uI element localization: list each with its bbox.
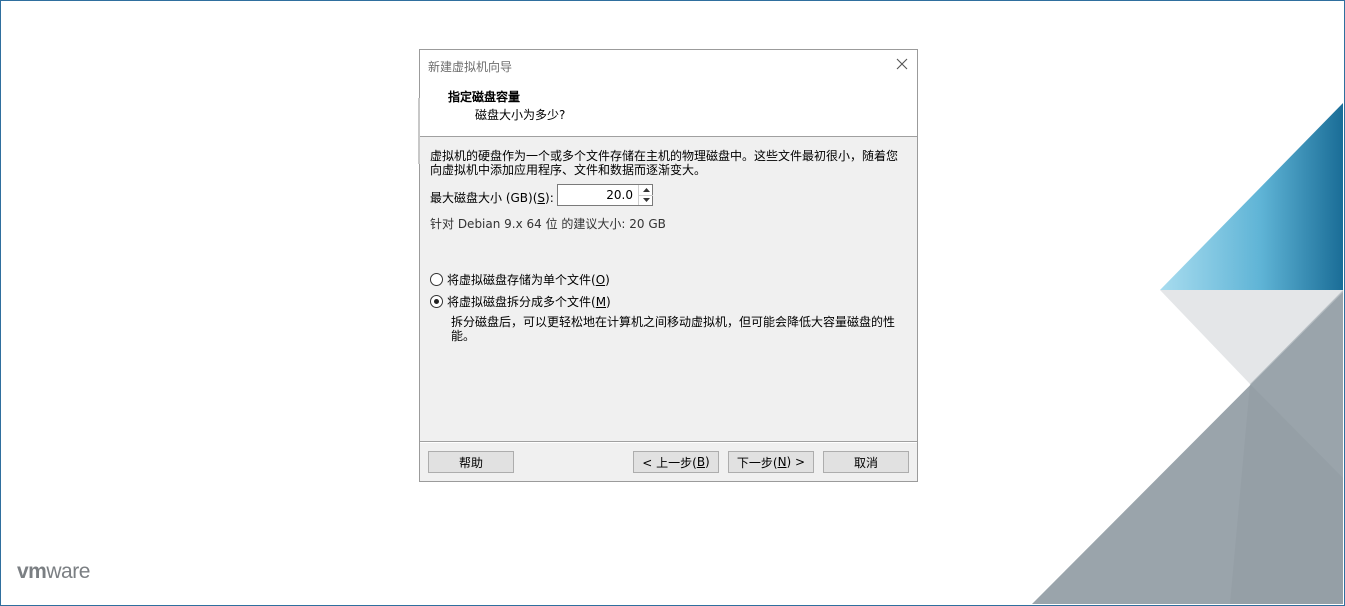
split-files-option[interactable]: 将虚拟磁盘拆分成多个文件(M) [430, 293, 611, 310]
stepper-down-button[interactable] [639, 195, 653, 205]
split-files-label: 将虚拟磁盘拆分成多个文件(M) [447, 295, 611, 309]
single-file-option[interactable]: 将虚拟磁盘存储为单个文件(O) [430, 271, 610, 288]
footer-divider [420, 441, 917, 443]
split-files-note: 拆分磁盘后，可以更轻松地在计算机之间移动虚拟机，但可能会降低大容量磁盘的性能。 [451, 315, 896, 343]
page-heading: 指定磁盘容量 [448, 90, 521, 104]
new-vm-wizard-dialog: 新建虚拟机向导 指定磁盘容量 磁盘大小为多少? 虚拟机的硬盘作为一个或多个文件存… [418, 49, 918, 482]
stepper-buttons [638, 185, 653, 205]
cancel-button[interactable]: 取消 [823, 451, 909, 473]
close-icon [896, 58, 908, 70]
single-file-label: 将虚拟磁盘存储为单个文件(O) [447, 273, 610, 287]
disk-description: 虚拟机的硬盘作为一个或多个文件存储在主机的物理磁盘中。这些文件最初很小，随着您向… [430, 149, 899, 177]
max-disk-size-stepper[interactable] [557, 184, 653, 206]
recommended-size-text: 针对 Debian 9.x 64 位 的建议大小: 20 GB [430, 217, 666, 231]
help-button[interactable]: 帮助 [428, 451, 514, 473]
vmware-logo: vmware [17, 560, 90, 583]
dialog-title: 新建虚拟机向导 [428, 60, 513, 74]
next-button[interactable]: 下一步(N) > [728, 451, 814, 473]
chevron-up-icon [642, 188, 650, 192]
max-disk-size-label: 最大磁盘大小 (GB)(S): [430, 191, 554, 205]
page-subheading: 磁盘大小为多少? [475, 108, 566, 122]
split-files-radio[interactable] [430, 295, 443, 308]
dialog-header: 新建虚拟机向导 指定磁盘容量 磁盘大小为多少? [420, 50, 917, 137]
deco-blue-triangle [1160, 103, 1343, 290]
single-file-radio[interactable] [430, 273, 443, 286]
chevron-down-icon [642, 198, 650, 202]
back-button[interactable]: < 上一步(B) [633, 451, 719, 473]
close-button[interactable] [894, 56, 910, 72]
max-disk-size-input[interactable] [558, 185, 636, 205]
